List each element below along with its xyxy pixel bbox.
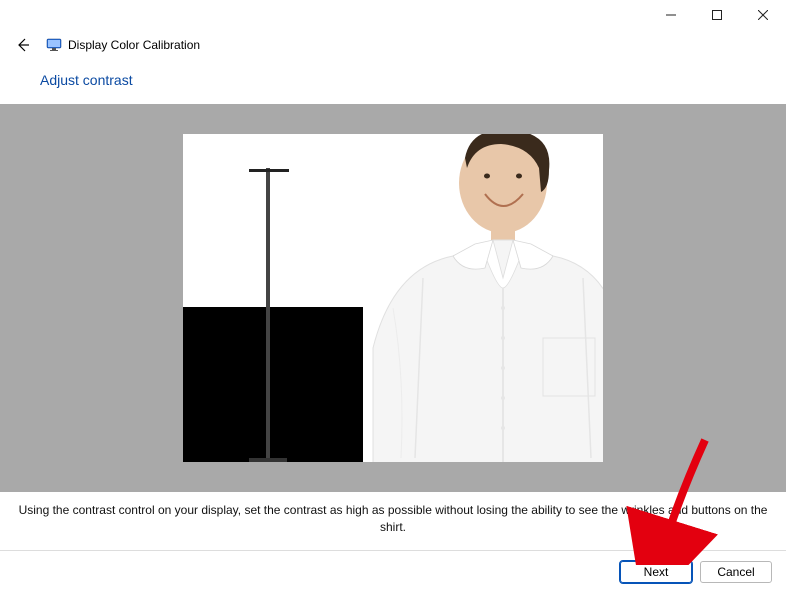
back-button[interactable] (12, 34, 34, 56)
person-photo (353, 134, 603, 462)
page-heading: Adjust contrast (0, 66, 786, 104)
app-title: Display Color Calibration (68, 38, 200, 52)
close-button[interactable] (740, 0, 786, 30)
instruction-text: Using the contrast control on your displ… (0, 492, 786, 537)
minimize-button[interactable] (648, 0, 694, 30)
contrast-sample-image (183, 134, 603, 462)
button-bar: Next Cancel (0, 550, 786, 593)
next-button[interactable]: Next (620, 561, 692, 583)
title-bar (0, 0, 786, 30)
maximize-button[interactable] (694, 0, 740, 30)
monitor-icon (46, 37, 62, 53)
cancel-button[interactable]: Cancel (700, 561, 772, 583)
sample-image-area (0, 104, 786, 492)
header: Display Color Calibration (0, 30, 786, 66)
